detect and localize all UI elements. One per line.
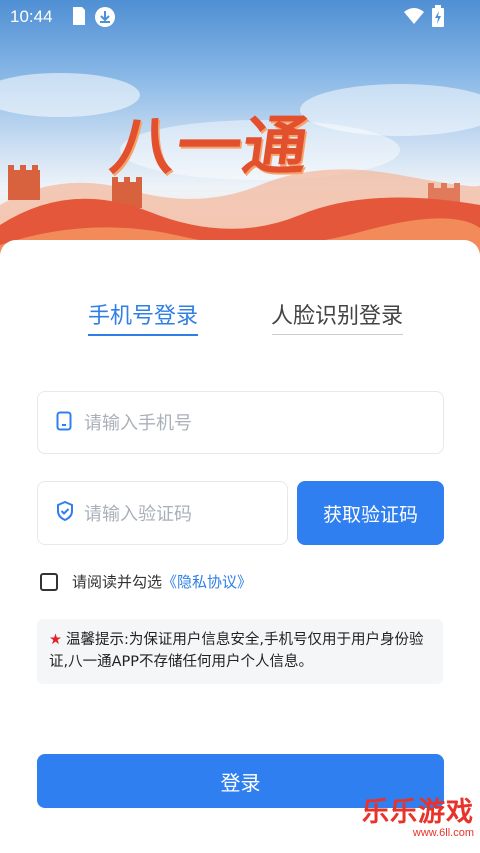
status-bar: 10:44: [0, 0, 480, 34]
phone-icon: [56, 411, 72, 435]
get-code-button[interactable]: 获取验证码: [297, 481, 444, 545]
tab-active-underline: [88, 334, 198, 336]
watermark: 乐乐游戏 www.6ll.com: [362, 790, 474, 839]
privacy-policy-link[interactable]: 《隐私协议》: [162, 571, 252, 592]
tab-face-login[interactable]: 人脸识别登录: [270, 298, 404, 330]
privacy-notice: ★ 温馨提示:为保证用户信息安全,手机号仅用于用户身份验证,八一通APP不存储任何…: [37, 619, 443, 684]
battery-charging-icon: [432, 5, 444, 32]
phone-field: [37, 391, 444, 455]
app-logo: 八一通: [105, 109, 315, 184]
agreement-row: 请阅读并勾选 《隐私协议》: [40, 571, 252, 592]
watermark-brand: 乐乐游戏: [362, 797, 474, 828]
status-time: 10:44: [10, 7, 53, 26]
sim-card-icon: [72, 6, 86, 31]
hero-banner: 八一通: [0, 0, 480, 260]
phone-input[interactable]: [82, 392, 431, 455]
agreement-checkbox[interactable]: [40, 572, 58, 591]
wifi-icon: [404, 8, 424, 29]
agreement-text: 请阅读并勾选: [72, 573, 163, 591]
code-input[interactable]: [82, 482, 275, 546]
download-icon: [94, 6, 116, 33]
tab-phone-login[interactable]: 手机号登录: [88, 298, 198, 330]
tab-inactive-underline: [272, 334, 403, 335]
shield-check-icon: [56, 500, 74, 525]
notice-text: 温馨提示:为保证用户信息安全,手机号仅用于用户身份验证,八一通APP不存储任何用…: [49, 632, 424, 670]
star-icon: ★: [49, 632, 62, 648]
code-field: [37, 481, 288, 546]
